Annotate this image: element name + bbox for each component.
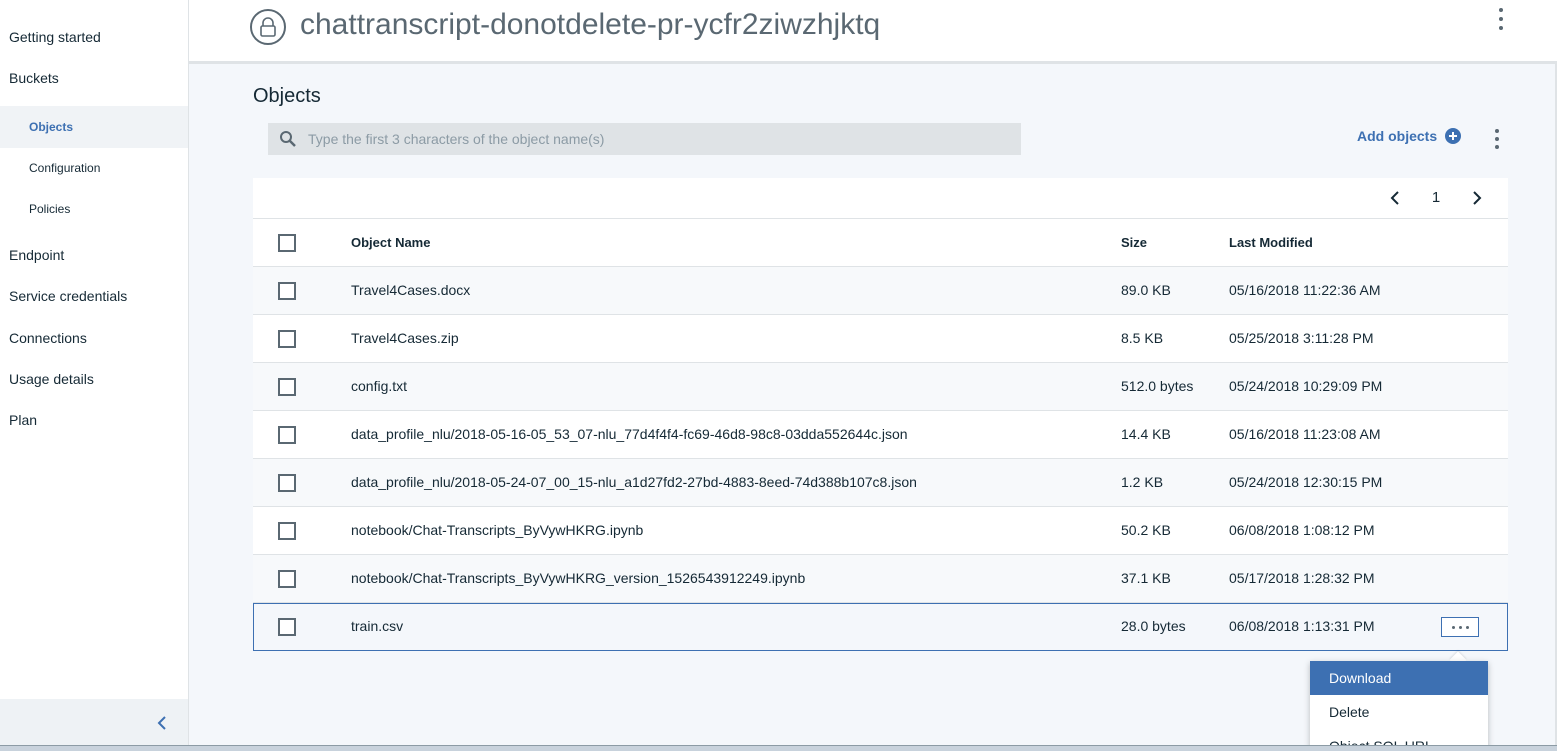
- more-dot: [1451, 625, 1455, 629]
- os-taskbar: [0, 745, 1557, 751]
- row-context-menu: Download Delete Object SQL URL: [1310, 661, 1488, 751]
- row-checkbox[interactable]: [278, 618, 296, 636]
- sidebar: Getting started Buckets Objects Configur…: [0, 0, 189, 751]
- object-last-modified: 05/24/2018 10:29:09 PM: [1229, 378, 1383, 394]
- kebab-dot: [1499, 26, 1503, 30]
- row-checkbox[interactable]: [278, 378, 296, 396]
- plus-circle-icon: [1445, 128, 1462, 144]
- search-field[interactable]: [268, 123, 1021, 155]
- sidebar-item-endpoint[interactable]: Endpoint: [9, 247, 64, 263]
- object-size: 8.5 KB: [1121, 330, 1164, 346]
- object-size: 89.0 KB: [1121, 282, 1171, 298]
- kebab-dot: [1495, 145, 1499, 149]
- object-size: 1.2 KB: [1121, 474, 1164, 490]
- lock-icon: [250, 9, 286, 45]
- previous-page-button[interactable]: [1385, 188, 1405, 208]
- add-objects-label: Add objects: [1357, 128, 1438, 144]
- table-row[interactable]: notebook/Chat-Transcripts_ByVywHKRG.ipyn…: [253, 507, 1508, 555]
- page-title: Objects: [253, 85, 321, 107]
- objects-table: 1 Object Name Size Last Modified Travel4…: [253, 178, 1508, 651]
- kebab-dot: [1499, 8, 1503, 12]
- sidebar-item-getting-started[interactable]: Getting started: [9, 29, 101, 45]
- select-all-checkbox[interactable]: [278, 234, 296, 252]
- more-dot: [1465, 625, 1469, 629]
- search-icon: [268, 130, 308, 148]
- object-last-modified: 05/25/2018 3:11:28 PM: [1229, 330, 1374, 346]
- chevron-left-icon: [1390, 191, 1399, 205]
- object-last-modified: 05/24/2018 12:30:15 PM: [1229, 474, 1383, 490]
- kebab-dot: [1499, 17, 1503, 21]
- object-last-modified: 05/17/2018 1:28:32 PM: [1229, 570, 1375, 586]
- kebab-dot: [1495, 129, 1499, 133]
- collapse-sidebar-button[interactable]: [152, 712, 172, 734]
- current-page-number: 1: [1431, 189, 1441, 206]
- row-checkbox[interactable]: [278, 426, 296, 444]
- object-name: config.txt: [351, 378, 408, 394]
- table-header-row: Object Name Size Last Modified: [253, 219, 1508, 267]
- sidebar-item-policies[interactable]: Policies: [29, 202, 70, 216]
- table-row[interactable]: data_profile_nlu/2018-05-16-05_53_07-nlu…: [253, 411, 1508, 459]
- row-checkbox[interactable]: [278, 330, 296, 348]
- object-name: data_profile_nlu/2018-05-24-07_00_15-nlu…: [351, 474, 917, 490]
- more-dot: [1458, 625, 1462, 629]
- sidebar-item-connections[interactable]: Connections: [9, 330, 87, 346]
- table-row[interactable]: Travel4Cases.docx 89.0 KB 05/16/2018 11:…: [253, 267, 1508, 315]
- object-size: 14.4 KB: [1121, 426, 1171, 442]
- object-name: Travel4Cases.docx: [351, 282, 471, 298]
- bucket-name-title: chattranscript-donotdelete-pr-ycfr2ziwzh…: [300, 8, 881, 41]
- column-header-last-modified[interactable]: Last Modified: [1229, 235, 1313, 250]
- table-row-selected[interactable]: train.csv 28.0 bytes 06/08/2018 1:13:31 …: [253, 603, 1508, 651]
- row-checkbox[interactable]: [278, 474, 296, 492]
- header-overflow-menu-button[interactable]: [1491, 6, 1511, 32]
- next-page-button[interactable]: [1467, 188, 1487, 208]
- object-size: 512.0 bytes: [1121, 378, 1194, 394]
- sidebar-item-buckets[interactable]: Buckets: [9, 70, 59, 86]
- sidebar-item-usage-details[interactable]: Usage details: [9, 371, 94, 387]
- menu-item-download[interactable]: Download: [1310, 661, 1488, 695]
- row-checkbox[interactable]: [278, 570, 296, 588]
- pagination: 1: [253, 178, 1508, 219]
- object-name: notebook/Chat-Transcripts_ByVywHKRG_vers…: [351, 570, 806, 586]
- search-input[interactable]: [308, 131, 1008, 147]
- column-header-size[interactable]: Size: [1121, 235, 1147, 250]
- object-last-modified: 05/16/2018 11:23:08 AM: [1229, 426, 1381, 442]
- object-name: data_profile_nlu/2018-05-16-05_53_07-nlu…: [351, 426, 908, 442]
- table-row[interactable]: Travel4Cases.zip 8.5 KB 05/25/2018 3:11:…: [253, 315, 1508, 363]
- row-checkbox[interactable]: [278, 522, 296, 540]
- sidebar-item-objects[interactable]: Objects: [29, 120, 73, 134]
- object-size: 50.2 KB: [1121, 522, 1171, 538]
- column-header-object-name[interactable]: Object Name: [351, 235, 430, 250]
- menu-item-delete[interactable]: Delete: [1310, 695, 1488, 729]
- object-last-modified: 06/08/2018 1:08:12 PM: [1229, 522, 1375, 538]
- object-name: train.csv: [351, 618, 404, 634]
- object-name: Travel4Cases.zip: [351, 330, 459, 346]
- object-last-modified: 05/16/2018 11:22:36 AM: [1229, 282, 1381, 298]
- table-row[interactable]: config.txt 512.0 bytes 05/24/2018 10:29:…: [253, 363, 1508, 411]
- row-overflow-menu-button[interactable]: [1441, 617, 1479, 637]
- chevron-left-icon: [157, 716, 166, 730]
- sidebar-item-configuration[interactable]: Configuration: [29, 161, 100, 175]
- table-row[interactable]: data_profile_nlu/2018-05-24-07_00_15-nlu…: [253, 459, 1508, 507]
- table-row[interactable]: notebook/Chat-Transcripts_ByVywHKRG_vers…: [253, 555, 1508, 603]
- objects-overflow-menu-button[interactable]: [1489, 128, 1505, 150]
- object-last-modified: 06/08/2018 1:13:31 PM: [1229, 618, 1375, 634]
- sidebar-item-service-credentials[interactable]: Service credentials: [9, 288, 127, 304]
- object-name: notebook/Chat-Transcripts_ByVywHKRG.ipyn…: [351, 522, 644, 538]
- row-checkbox[interactable]: [278, 282, 296, 300]
- sidebar-item-plan[interactable]: Plan: [9, 412, 37, 428]
- object-size: 28.0 bytes: [1121, 618, 1186, 634]
- kebab-dot: [1495, 137, 1499, 141]
- object-size: 37.1 KB: [1121, 570, 1171, 586]
- page-header: chattranscript-donotdelete-pr-ycfr2ziwzh…: [189, 0, 1557, 64]
- add-objects-button[interactable]: Add objects: [1357, 128, 1462, 144]
- chevron-right-icon: [1473, 191, 1482, 205]
